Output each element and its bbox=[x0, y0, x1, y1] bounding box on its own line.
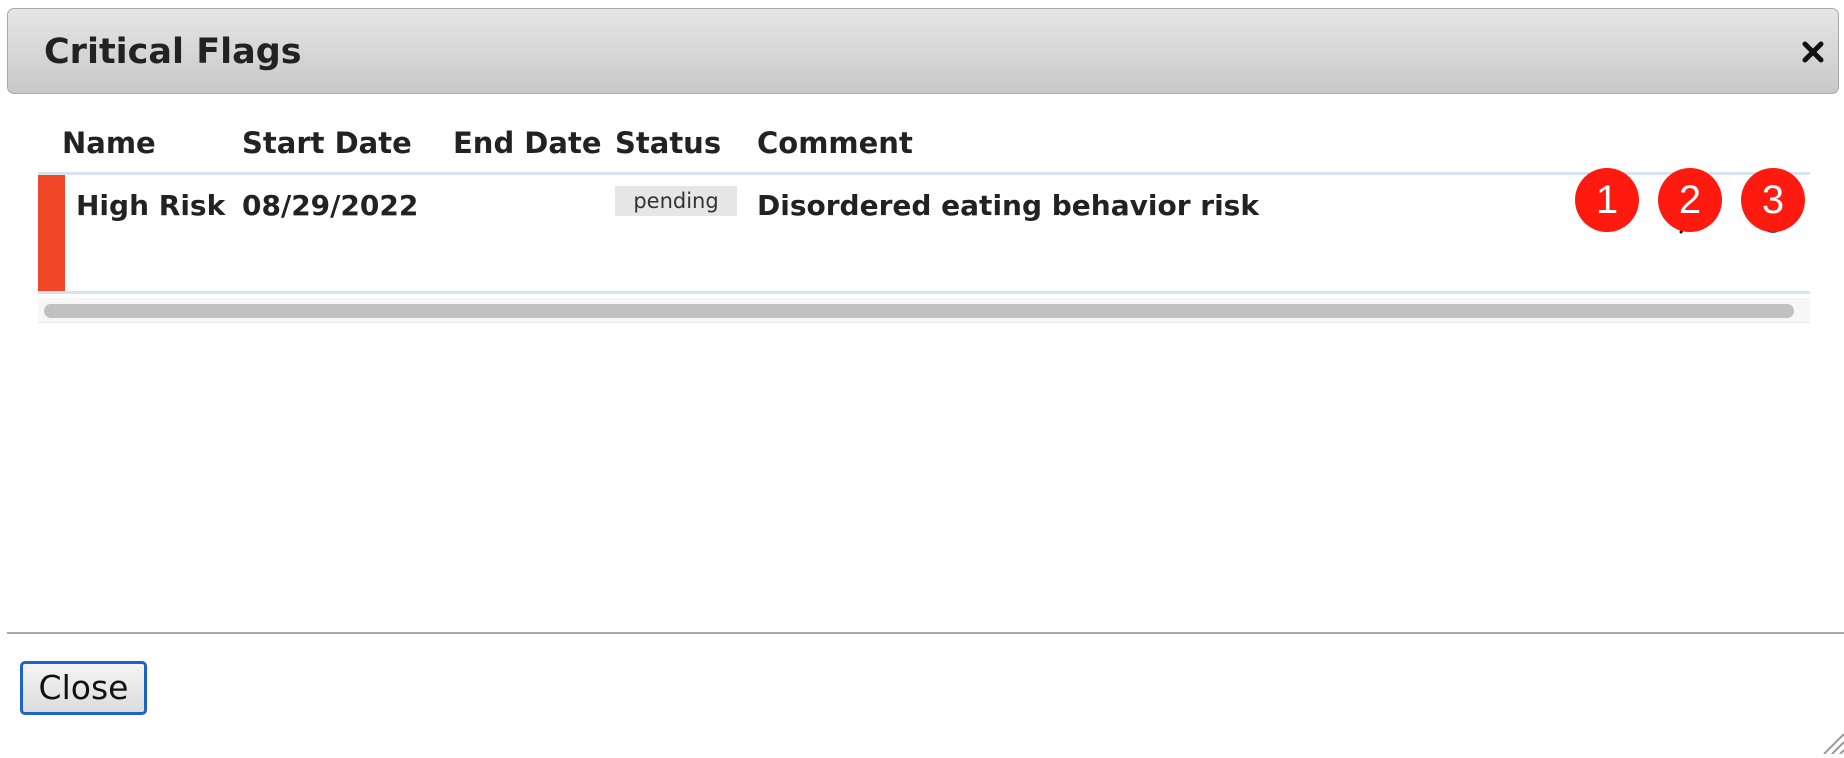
scrollbar-thumb[interactable] bbox=[44, 304, 1794, 318]
column-header-status: Status bbox=[615, 126, 722, 160]
status-badge: pending bbox=[615, 186, 737, 216]
close-icon[interactable] bbox=[1800, 39, 1826, 65]
eye-slash-icon[interactable]: 2 bbox=[1658, 168, 1722, 236]
dialog-titlebar[interactable]: Critical Flags bbox=[7, 8, 1839, 94]
callout-marker-2: 2 bbox=[1658, 168, 1722, 232]
callout-marker-1: 1 bbox=[1575, 168, 1639, 232]
table-row: High Risk 08/29/2022 pending Disordered … bbox=[38, 168, 1810, 291]
ban-icon[interactable]: 3 bbox=[1741, 168, 1805, 236]
footer-divider bbox=[7, 632, 1844, 634]
critical-flags-dialog: Critical Flags Name Start Date End Date … bbox=[0, 0, 1844, 755]
close-button[interactable]: Close bbox=[20, 661, 147, 715]
checkmark-icon[interactable]: 1 bbox=[1575, 168, 1639, 236]
horizontal-scrollbar[interactable] bbox=[38, 298, 1810, 323]
row-name: High Risk bbox=[76, 189, 226, 222]
column-header-start-date: Start Date bbox=[242, 126, 412, 160]
callout-marker-3: 3 bbox=[1741, 168, 1805, 232]
column-header-name: Name bbox=[62, 126, 156, 160]
row-start-date: 08/29/2022 bbox=[242, 189, 419, 222]
column-header-comment: Comment bbox=[757, 126, 913, 160]
risk-level-bar bbox=[38, 175, 65, 291]
dialog-title: Critical Flags bbox=[44, 32, 302, 72]
row-divider bbox=[38, 291, 1810, 294]
column-header-end-date: End Date bbox=[453, 126, 602, 160]
row-comment: Disordered eating behavior risk bbox=[757, 189, 1259, 222]
flags-table: Name Start Date End Date Status Comment … bbox=[38, 120, 1810, 325]
resize-grip-icon[interactable] bbox=[1818, 728, 1844, 755]
